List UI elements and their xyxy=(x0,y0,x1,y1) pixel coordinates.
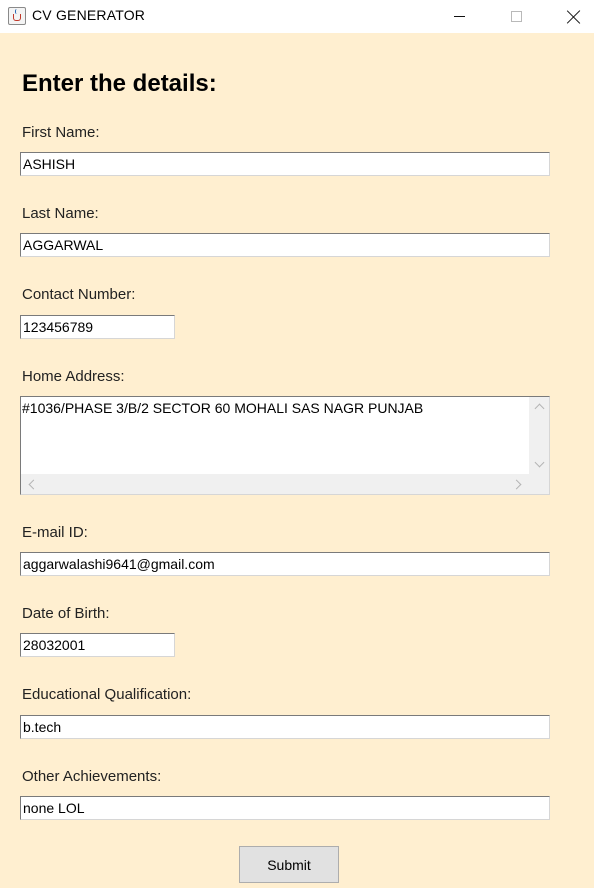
java-cup-icon xyxy=(8,7,26,25)
email-input[interactable] xyxy=(20,552,550,576)
horizontal-scrollbar[interactable] xyxy=(21,474,529,494)
home-address-textarea[interactable]: #1036/PHASE 3/B/2 SECTOR 60 MOHALI SAS N… xyxy=(20,396,550,495)
educational-qualification-label: Educational Qualification: xyxy=(22,686,192,703)
form-heading: Enter the details: xyxy=(22,70,217,97)
scroll-down-icon[interactable] xyxy=(534,457,545,468)
title-bar: CV GENERATOR xyxy=(0,0,594,33)
minimize-icon xyxy=(453,16,465,17)
scrollbar-corner xyxy=(529,474,549,494)
home-address-text[interactable]: #1036/PHASE 3/B/2 SECTOR 60 MOHALI SAS N… xyxy=(22,400,423,416)
close-button[interactable] xyxy=(551,0,594,33)
maximize-icon xyxy=(510,11,522,22)
window-title: CV GENERATOR xyxy=(32,7,146,23)
other-achievements-label: Other Achievements: xyxy=(22,768,162,785)
submit-button[interactable]: Submit xyxy=(239,846,339,883)
email-label: E-mail ID: xyxy=(22,524,88,541)
scroll-up-icon[interactable] xyxy=(534,403,545,414)
close-icon xyxy=(567,10,581,24)
minimize-button[interactable] xyxy=(436,0,482,33)
vertical-scrollbar[interactable] xyxy=(529,397,549,474)
maximize-button[interactable] xyxy=(493,0,539,33)
educational-qualification-input[interactable] xyxy=(20,715,550,739)
contact-number-input[interactable] xyxy=(20,315,175,339)
scroll-right-icon[interactable] xyxy=(511,479,522,490)
last-name-label: Last Name: xyxy=(22,205,99,222)
first-name-label: First Name: xyxy=(22,124,100,141)
last-name-input[interactable] xyxy=(20,233,550,257)
home-address-label: Home Address: xyxy=(22,368,125,385)
first-name-input[interactable] xyxy=(20,152,550,176)
contact-number-label: Contact Number: xyxy=(22,286,136,303)
date-of-birth-input[interactable] xyxy=(20,633,175,657)
other-achievements-input[interactable] xyxy=(20,796,550,820)
date-of-birth-label: Date of Birth: xyxy=(22,605,110,622)
scroll-left-icon[interactable] xyxy=(28,479,39,490)
